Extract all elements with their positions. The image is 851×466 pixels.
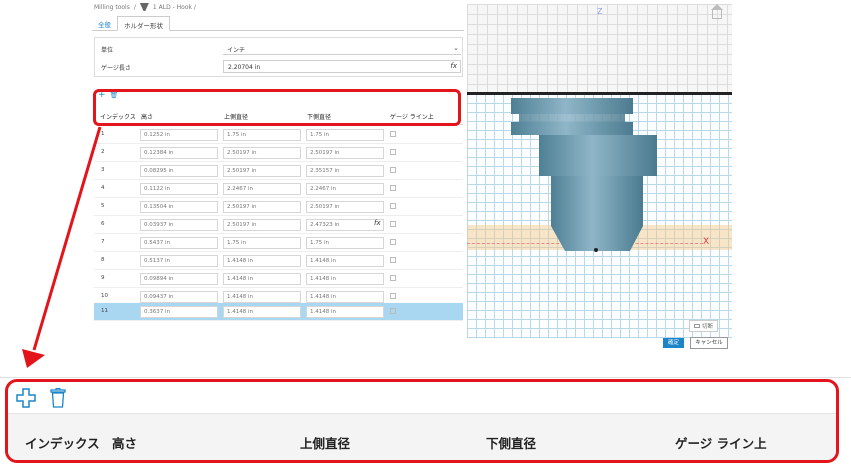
col-upper-diameter: 上側直径	[300, 436, 351, 451]
zoomed-toolbar-callout: インデックス 高さ 上側直径 下側直径 ゲージ ライン上	[5, 379, 839, 463]
col-lower-diameter: 下側直径	[486, 436, 537, 451]
zoomed-toolbar	[16, 388, 66, 408]
page: Milling tools / 1 ALD - Hook / 全般 ホルダー形状…	[0, 0, 851, 466]
section-divider	[0, 377, 851, 378]
delete-icon[interactable]	[50, 388, 66, 408]
add-icon[interactable]	[16, 388, 36, 408]
col-height: 高さ	[112, 436, 138, 451]
col-gauge-line: ゲージ ライン上	[675, 436, 767, 451]
col-index: インデックス	[25, 436, 100, 451]
zoomed-grid-header: インデックス 高さ 上側直径 下側直径 ゲージ ライン上	[8, 413, 836, 460]
